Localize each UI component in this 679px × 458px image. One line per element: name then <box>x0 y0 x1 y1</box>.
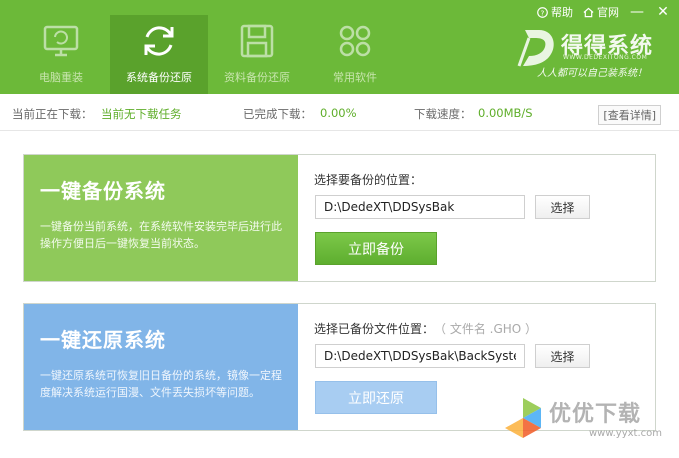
help-link[interactable]: ? 帮助 <box>537 4 573 20</box>
minimize-button[interactable]: — <box>629 4 645 20</box>
view-details-button[interactable]: [查看详情] <box>598 105 661 125</box>
speed-value: 0.00MB/S <box>478 106 533 120</box>
restore-title: 一键还原系统 <box>40 328 166 352</box>
help-icon: ? <box>537 6 548 18</box>
backup-intro: 一键备份系统 一键备份当前系统，在系统软件安装完毕后进行此操作方便日后一键恢复当… <box>24 155 298 281</box>
tab-data-backup[interactable]: 资料备份还原 <box>208 15 306 94</box>
tab-label: 系统备份还原 <box>126 71 192 84</box>
watermark: 优优下载 www.yyxt.com <box>501 392 663 452</box>
restore-location-text: 选择已备份文件位置： <box>314 322 435 336</box>
watermark-url: www.yyxt.com <box>589 428 663 439</box>
titlebar-controls: ? 帮助 官网 — ✕ <box>537 4 671 20</box>
help-label: 帮助 <box>551 6 573 19</box>
tab-label: 电脑重装 <box>39 71 83 84</box>
brand-url: WWW.DEDEXITONG.COM <box>563 54 648 61</box>
watermark-logo-icon <box>505 398 541 438</box>
close-button[interactable]: ✕ <box>655 4 671 20</box>
tab-label: 常用软件 <box>333 71 377 84</box>
backup-choose-button[interactable]: 选择 <box>535 195 590 219</box>
main-nav: 电脑重装 系统备份还原 资料备份还原 常用软件 <box>12 15 404 94</box>
website-link[interactable]: 官网 <box>583 4 619 20</box>
backup-location-label: 选择要备份的位置： <box>314 173 423 187</box>
svg-text:?: ? <box>541 8 545 17</box>
grid-icon <box>335 21 375 61</box>
download-status-bar: 当前正在下载： 当前无下载任务 已完成下载： 0.00% 下载速度： 0.00M… <box>0 94 679 131</box>
home-icon <box>583 7 594 17</box>
tab-system-backup[interactable]: 系统备份还原 <box>110 15 208 94</box>
backup-controls: 选择要备份的位置： 选择 立即备份 <box>314 155 654 281</box>
backup-path-input[interactable] <box>315 195 525 219</box>
restore-description: 一键还原系统可恢复旧日备份的系统，镜像一定程度解决系统运行国漫、文件丢失损坏等问… <box>40 369 282 399</box>
restore-intro: 一键还原系统 一键还原系统可恢复旧日备份的系统，镜像一定程度解决系统运行国漫、文… <box>24 304 298 430</box>
downloading-label: 当前正在下载： <box>12 107 93 121</box>
tab-label: 资料备份还原 <box>224 71 290 84</box>
restore-now-button[interactable]: 立即还原 <box>315 381 437 414</box>
speed-label: 下载速度： <box>414 107 472 121</box>
restore-choose-button[interactable]: 选择 <box>535 344 590 368</box>
done-value: 0.00% <box>320 106 357 120</box>
app-header: ? 帮助 官网 — ✕ 电脑重装 系统备份还原 资料备份还原 常用软件 得得系统… <box>0 0 679 94</box>
watermark-text: 优优下载 <box>549 402 642 427</box>
downloading-value: 当前无下载任务 <box>101 107 182 121</box>
restore-location-label: 选择已备份文件位置： （ 文件名 .GHO ） <box>314 320 537 337</box>
backup-description: 一键备份当前系统，在系统软件安装完毕后进行此操作方便日后一键恢复当前状态。 <box>40 220 282 250</box>
monitor-icon <box>41 21 81 61</box>
restore-location-hint: （ 文件名 .GHO ） <box>440 322 538 336</box>
backup-title: 一键备份系统 <box>40 179 166 203</box>
restore-path-input[interactable] <box>315 344 525 368</box>
backup-now-button[interactable]: 立即备份 <box>315 232 437 265</box>
done-label: 已完成下载： <box>243 107 312 121</box>
website-label: 官网 <box>597 6 619 19</box>
backup-panel: 一键备份系统 一键备份当前系统，在系统软件安装完毕后进行此操作方便日后一键恢复当… <box>23 154 656 282</box>
tab-common-software[interactable]: 常用软件 <box>306 15 404 94</box>
brand-slogan: 人人都可以自己装系统！ <box>537 68 647 79</box>
tab-reinstall[interactable]: 电脑重装 <box>12 15 110 94</box>
floppy-icon <box>237 21 277 61</box>
brand-logo: 得得系统 WWW.DEDEXITONG.COM 人人都可以自己装系统！ <box>515 26 665 82</box>
refresh-icon <box>139 21 179 61</box>
